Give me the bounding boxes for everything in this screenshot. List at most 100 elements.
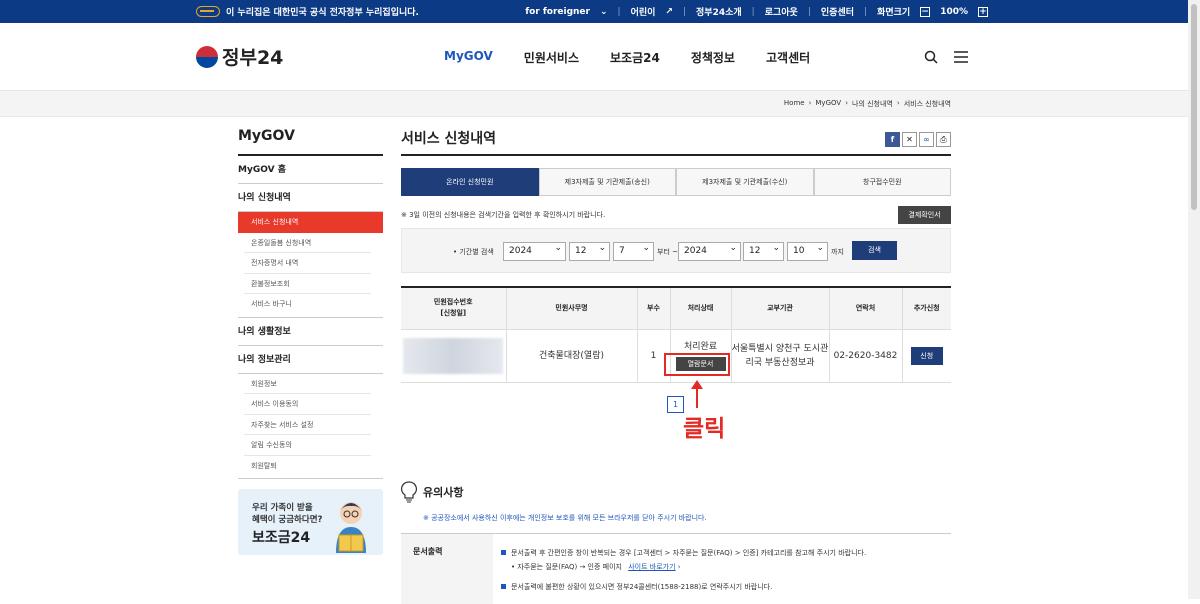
- foreigner-link[interactable]: for foreigner: [525, 7, 590, 17]
- screen-size-label: 화면크기: [877, 8, 911, 18]
- nav-customer[interactable]: 고객센터: [766, 49, 810, 66]
- sidebar-item-refund[interactable]: 환불정보조회: [244, 274, 371, 294]
- site-shortcut-link[interactable]: 사이트 바로가기: [628, 563, 675, 571]
- zoom-in-button[interactable]: +: [978, 6, 988, 17]
- sidebar-item-service-history[interactable]: 서비스 신청내역: [238, 212, 383, 233]
- to-month-select[interactable]: 12: [743, 240, 784, 261]
- main-content: 서비스 신청내역 f ✕ ∞ ⎙ 온라인 신청민원 제3자제출 및 기관제출(송…: [401, 128, 951, 383]
- payment-confirm-button[interactable]: 결제확인서: [898, 206, 951, 224]
- tab-third-party-send[interactable]: 제3자제출 및 기관제출(송신): [538, 168, 676, 196]
- search-button[interactable]: 검색: [852, 241, 897, 260]
- sidebar-section-history[interactable]: 나의 신청내역: [238, 184, 383, 212]
- page-title: 서비스 신청내역: [401, 128, 951, 156]
- sidebar-item-favorites[interactable]: 자주찾는 서비스 설정: [244, 415, 371, 435]
- apply-button[interactable]: 신청: [910, 346, 943, 365]
- col-agency: 교부기관: [730, 286, 830, 330]
- pagination-page-1[interactable]: 1: [667, 396, 684, 413]
- gov-top-bar: 이 누리집은 대한민국 공식 전자정부 누리집입니다. for foreigne…: [0, 0, 1188, 23]
- sidebar-item-member-info[interactable]: 회원정보: [244, 374, 371, 394]
- caution-line3-text: 문서출력에 불편한 상황이 있으시면 정부24콜센터(1588-2188)로 연…: [511, 583, 773, 591]
- tab-third-party-receive[interactable]: 제3자제출 및 기관제출(수신): [676, 168, 814, 196]
- sidebar-section-life-info[interactable]: 나의 생활정보: [238, 318, 383, 346]
- print-icon[interactable]: ⎙: [936, 132, 951, 147]
- tab-counter[interactable]: 창구접수민원: [813, 168, 951, 196]
- sidebar-item-withdraw[interactable]: 회원탈퇴: [244, 456, 371, 477]
- to-label: 까지: [831, 248, 844, 256]
- search-notice: ※ 3일 이전의 신청내용은 검색기간을 입력한 후 확인하시기 바랍니다.: [401, 211, 606, 219]
- sidebar-title: MyGOV: [238, 128, 383, 156]
- chevron-right-icon: ›: [896, 99, 900, 107]
- divider: |: [682, 6, 687, 17]
- cell-receipt-no: [401, 329, 507, 383]
- to-day-select[interactable]: 10: [787, 240, 828, 261]
- chevron-right-icon: ›: [845, 99, 848, 107]
- sidebar-item-care-history[interactable]: 온종일돌봄 신청내역: [244, 233, 371, 253]
- sidebar: MyGOV MyGOV 홈 나의 신청내역 서비스 신청내역 온종일돌봄 신청내…: [238, 128, 383, 479]
- sidebar-myinfo-list: 회원정보 서비스 이용동의 자주찾는 서비스 설정 알림 수신동의 회원탈퇴: [238, 374, 383, 479]
- zoom-out-button[interactable]: −: [920, 6, 931, 17]
- nav-civil-service[interactable]: 민원서비스: [524, 49, 579, 66]
- x-twitter-icon[interactable]: ✕: [902, 132, 917, 147]
- cell-name[interactable]: 건축물대장(열람): [505, 329, 638, 383]
- nav-mygov[interactable]: MyGOV: [444, 49, 493, 66]
- chevron-down-icon[interactable]: ⌄: [600, 7, 608, 17]
- banner-title: 보조금24: [252, 530, 311, 546]
- breadcrumb: Home › MyGOV › 나의 신청내역 › 서비스 신청내역: [784, 99, 951, 109]
- lightbulb-icon: [401, 481, 417, 503]
- col-status: 처리상태: [669, 286, 732, 330]
- sidebar-item-basket[interactable]: 서비스 바구니: [244, 294, 371, 315]
- from-year-select[interactable]: 2024: [503, 240, 566, 261]
- search-icon[interactable]: [924, 50, 938, 64]
- divider: |: [617, 6, 621, 17]
- sidebar-item-e-certificate[interactable]: 전자증명서 내역: [244, 253, 371, 274]
- link-icon[interactable]: ∞: [919, 132, 934, 147]
- click-annotation: 클릭: [683, 416, 726, 442]
- divider: |: [807, 6, 811, 17]
- sidebar-item-notification[interactable]: 알림 수신동의: [244, 435, 371, 456]
- crumb-home[interactable]: Home: [784, 99, 805, 109]
- divider: |: [751, 6, 755, 17]
- caution-line2-text: • 자주묻는 질문(FAQ) → 인증 페이지: [511, 563, 622, 571]
- kids-link[interactable]: 어린이: [631, 5, 656, 18]
- from-day-select[interactable]: 7: [613, 240, 654, 261]
- facebook-icon[interactable]: f: [885, 132, 900, 147]
- from-month-select[interactable]: 12: [569, 240, 610, 261]
- nav-subsidy[interactable]: 보조금24: [610, 49, 660, 66]
- header-icons: [924, 50, 968, 64]
- crumb-mygov[interactable]: MyGOV: [815, 99, 841, 109]
- col-extra: 추가신청: [901, 286, 951, 330]
- site-logo[interactable]: 정부24: [196, 43, 283, 70]
- divider: |: [864, 6, 868, 17]
- tab-online[interactable]: 온라인 신청민원: [401, 168, 539, 196]
- scrollbar-thumb[interactable]: [1191, 4, 1197, 210]
- caution-line3: 문서출력에 불편한 상황이 있으시면 정부24콜센터(1588-2188)로 연…: [501, 580, 866, 594]
- nav-policy[interactable]: 정책정보: [691, 49, 735, 66]
- page-scrollbar[interactable]: [1188, 0, 1200, 599]
- arrow-up-icon: [691, 380, 703, 408]
- chevron-right-icon: ›: [808, 99, 812, 107]
- cell-contact: 02-2620-3482: [828, 329, 903, 383]
- logout-link[interactable]: 로그아웃: [765, 5, 798, 18]
- share-tools: f ✕ ∞ ⎙: [885, 132, 951, 147]
- crumb-history[interactable]: 나의 신청내역: [852, 99, 893, 109]
- sidebar-section-my-info[interactable]: 나의 정보관리: [238, 346, 383, 374]
- sidebar-item-service-consent[interactable]: 서비스 이용동의: [244, 394, 371, 415]
- taeguk-logo-icon: [196, 45, 218, 68]
- person-with-box-icon: [336, 502, 366, 553]
- external-link-icon: ↗: [665, 6, 673, 17]
- caution-table: 문서출력 문서출력 후 간편인증 창이 반복되는 경우 [고객센터 > 자주묻는…: [401, 533, 951, 604]
- to-year-select[interactable]: 2024: [678, 240, 741, 261]
- cert-center-link[interactable]: 인증센터: [821, 5, 854, 18]
- caution-title: 유의사항: [401, 481, 951, 503]
- crumb-current: 서비스 신청내역: [903, 100, 951, 108]
- menu-icon[interactable]: [954, 50, 968, 64]
- col-receipt-no-line1: 민원접수번호: [433, 298, 473, 307]
- about-link[interactable]: 정부24소개: [696, 5, 742, 18]
- cell-agency: 서울특별시 양천구 도시관리국 부동산정보과: [730, 329, 830, 383]
- page-title-text: 서비스 신청내역: [401, 131, 497, 147]
- caution-line1: 문서출력 후 간편인증 창이 반복되는 경우 [고객센터 > 자주묻는 질문(F…: [501, 546, 866, 560]
- sidebar-item-home[interactable]: MyGOV 홈: [238, 156, 383, 184]
- chevron-right-icon: ›: [677, 563, 681, 571]
- gov-notice[interactable]: 이 누리집은 대한민국 공식 전자정부 누리집입니다.: [196, 5, 419, 18]
- subsidy-banner[interactable]: 우리 가족이 받을 혜택이 궁금하다면? 보조금24: [238, 489, 383, 555]
